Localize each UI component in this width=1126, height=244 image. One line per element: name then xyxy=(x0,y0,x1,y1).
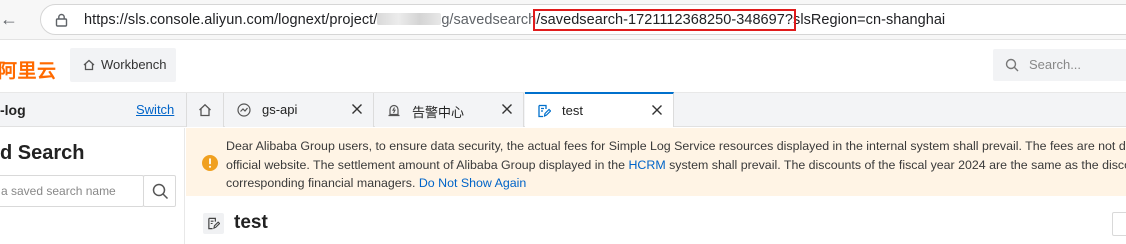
home-icon xyxy=(199,103,211,117)
workbench-icon xyxy=(83,59,95,71)
redacted-project-name xyxy=(377,13,442,25)
sidebar-title: d Search xyxy=(0,142,85,164)
saved-search-sidebar: d Search a saved search name xyxy=(0,128,185,244)
page-title: test xyxy=(234,212,268,233)
url-path: g/savedsearch xyxy=(441,12,537,28)
saved-search-placeholder: a saved search name xyxy=(1,184,116,198)
chart-icon xyxy=(237,103,251,117)
saved-search-input[interactable]: a saved search name xyxy=(0,175,144,207)
search-placeholder: Search... xyxy=(1029,57,1082,72)
saved-search-title-icon xyxy=(203,213,224,234)
url-highlight: /savedsearch-1721112368250-348697? xyxy=(533,9,797,31)
switch-project-link[interactable]: Switch xyxy=(136,102,174,117)
tab-strip: -log Switch gs-api 告警中心 test xyxy=(0,92,1126,127)
notice-text: Dear Alibaba Group users, to ensure data… xyxy=(226,137,1126,193)
notice-line-1: Dear Alibaba Group users, to ensure data… xyxy=(226,139,1126,153)
workbench-label: Workbench xyxy=(101,57,167,72)
close-icon[interactable] xyxy=(501,103,513,115)
billing-notice-banner: Dear Alibaba Group users, to ensure data… xyxy=(186,128,1126,196)
alarm-icon xyxy=(388,104,400,117)
search-icon xyxy=(1005,58,1019,72)
search-icon xyxy=(152,183,169,200)
saved-search-button[interactable] xyxy=(143,175,176,207)
url-prefix: https://sls.console.aliyun.com/lognext/p… xyxy=(84,12,378,28)
lock-icon[interactable] xyxy=(55,13,68,27)
notice-line-2a: official website. The settlement amount … xyxy=(226,157,629,172)
do-not-show-again-link[interactable]: Do Not Show Again xyxy=(419,176,526,190)
toolbar-button[interactable] xyxy=(1112,212,1126,236)
back-arrow-icon[interactable]: ← xyxy=(0,8,22,30)
tab-label: 告警中心 xyxy=(412,105,465,120)
tab-label: gs-api xyxy=(262,102,298,117)
close-icon[interactable] xyxy=(651,104,663,116)
hcrm-link[interactable]: HCRM xyxy=(628,158,665,172)
brand-logo[interactable]: 阿里云 xyxy=(0,56,57,83)
tab-label: test xyxy=(562,103,583,118)
edit-doc-icon xyxy=(208,217,220,230)
tab-gs-api[interactable]: gs-api xyxy=(225,93,374,127)
warning-icon xyxy=(202,155,218,171)
notice-line-3: corresponding financial managers. xyxy=(226,176,419,190)
url-query: slsRegion=cn-shanghai xyxy=(793,12,946,28)
browser-address-bar: ← https://sls.console.aliyun.com/lognext… xyxy=(0,0,1126,40)
tab-home[interactable] xyxy=(186,93,224,127)
url-text: https://sls.console.aliyun.com/lognext/p… xyxy=(84,9,946,31)
global-search-input[interactable]: Search... xyxy=(993,49,1126,81)
tab-alarm-center[interactable]: 告警中心 xyxy=(375,93,524,127)
console-header: 阿里云 Workbench Search... xyxy=(0,40,1126,93)
notice-line-2b: system shall prevail. The discounts of t… xyxy=(665,157,1126,172)
tab-test[interactable]: test xyxy=(525,92,674,127)
url-field[interactable]: https://sls.console.aliyun.com/lognext/p… xyxy=(40,4,1126,35)
saved-search-icon xyxy=(538,104,551,118)
workbench-button[interactable]: Workbench xyxy=(70,48,176,82)
close-icon[interactable] xyxy=(351,103,363,115)
project-name: -log xyxy=(0,102,26,118)
